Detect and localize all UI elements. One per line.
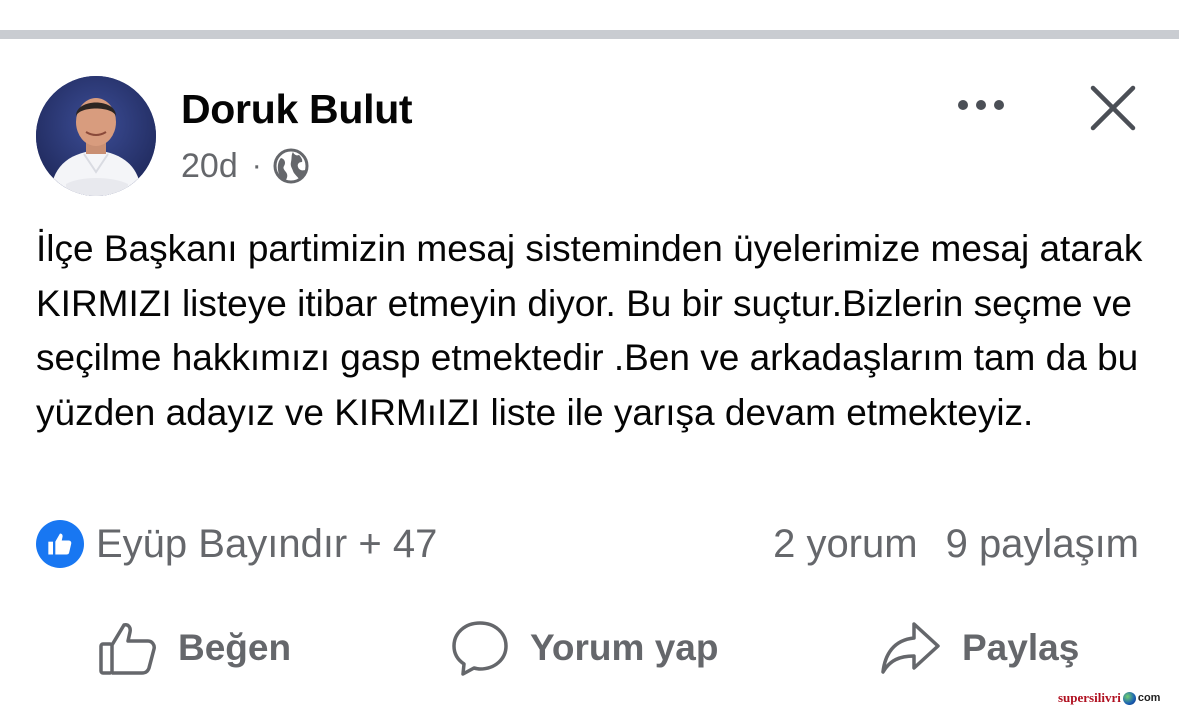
thumbs-up-icon (99, 623, 156, 675)
watermark-name: supersilivri (1058, 690, 1121, 705)
author-name[interactable]: Doruk Bulut (181, 86, 413, 133)
post-meta: 20d · (181, 146, 310, 186)
more-options-button[interactable] (951, 83, 1011, 127)
avatar-photo (36, 76, 156, 196)
share-button[interactable]: Paylaş (880, 616, 1079, 680)
close-button[interactable] (1087, 82, 1139, 134)
watermark-globe-icon (1122, 691, 1136, 705)
comment-label: Yorum yap (530, 627, 719, 668)
comment-button[interactable]: Yorum yap (450, 616, 718, 680)
share-arrow-icon (881, 622, 940, 674)
post-text: İlçe Başkanı partimizin mesaj sisteminde… (36, 228, 1143, 433)
like-badge-icon (36, 520, 84, 568)
close-icon (1090, 85, 1136, 131)
meta-separator: · (251, 149, 262, 182)
share-label: Paylaş (962, 627, 1080, 668)
reactors-text: Eyüp Bayındır + 47 (96, 521, 438, 566)
like-label: Beğen (178, 627, 292, 668)
engagement-counts: 2 yorum 9 paylaşım (773, 519, 1139, 569)
reactions-summary[interactable]: Eyüp Bayındır + 47 (36, 519, 437, 569)
like-button[interactable]: Beğen (98, 616, 291, 680)
more-dots-icon (958, 100, 1004, 110)
globe-icon[interactable] (272, 147, 310, 185)
top-divider (0, 30, 1179, 39)
comment-count[interactable]: 2 yorum (773, 522, 918, 567)
watermark-tld: com (1137, 692, 1161, 704)
post-time[interactable]: 20d (181, 147, 238, 186)
comment-bubble-icon (452, 621, 508, 676)
share-count[interactable]: 9 paylaşım (946, 522, 1139, 567)
watermark: supersilivri com (1058, 690, 1160, 706)
avatar[interactable] (36, 76, 156, 196)
